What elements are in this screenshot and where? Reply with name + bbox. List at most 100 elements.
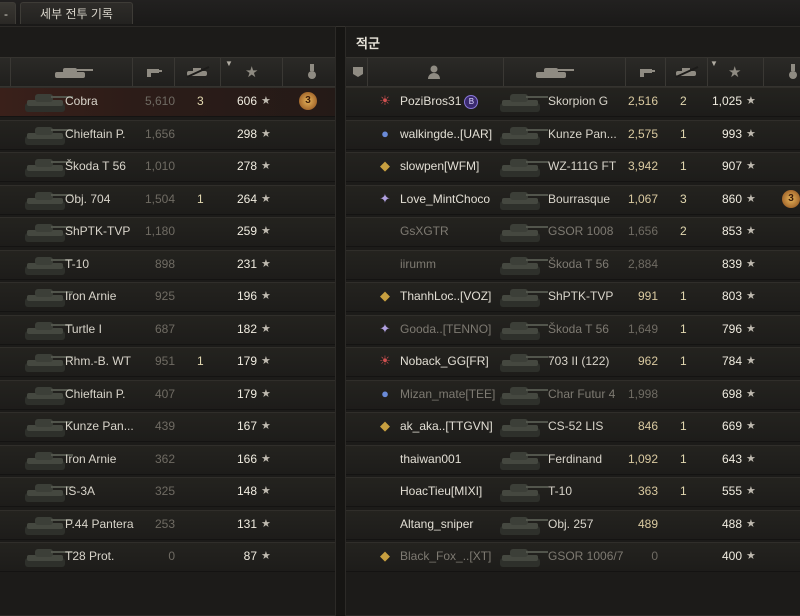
clan-icon	[353, 67, 363, 77]
table-row[interactable]: Turtle I 687 182 ★	[0, 314, 335, 345]
table-row[interactable]: ◆ ThanhLoc..[VOZ] ShPTK-TVP 991 1 803 ★	[346, 282, 800, 312]
xp-value: 853	[721, 224, 742, 238]
table-row[interactable]: HoacTieu[MIXI] T-10 363 1 555 ★	[346, 477, 800, 507]
table-row[interactable]: Obj. 704 1,504 1 264 ★	[0, 184, 335, 215]
player-name[interactable]: thaiwan001	[400, 452, 461, 466]
tank-icon	[496, 381, 550, 409]
table-row[interactable]: P.44 Pantera 253 131 ★	[0, 509, 335, 540]
damage-value: 687	[154, 321, 175, 336]
enemy-header-player[interactable]	[368, 58, 504, 86]
damage-icon	[147, 69, 162, 77]
kills-icon	[186, 66, 210, 78]
damage-value: 2,884	[627, 256, 658, 271]
player-name[interactable]: Mizan_mate[TEE]	[400, 387, 495, 401]
tank-icon	[496, 478, 550, 506]
allied-header-tank[interactable]	[11, 58, 133, 86]
player-name-text: walkingde..[UAR]	[400, 126, 493, 141]
player-name-text: thaiwan001	[400, 451, 462, 466]
xp-star-icon: ★	[746, 290, 756, 302]
player-name-text: ThanhLoc..[VOZ]	[400, 289, 492, 303]
table-row[interactable]: ● walkingde..[UAR] Kunze Pan... 2,575 1 993 ★	[346, 119, 800, 150]
damage-value: 925	[154, 289, 175, 303]
table-row[interactable]: Škoda T 56 1,010 278 ★	[0, 152, 335, 182]
table-row[interactable]: iirumm Škoda T 56 2,884 839 ★	[346, 249, 800, 280]
tank-icon	[55, 68, 93, 78]
table-row[interactable]: Rhm.-B. WT 951 1 179 ★	[0, 347, 335, 377]
table-row[interactable]: Chieftain P. 1,656 298 ★	[0, 119, 335, 150]
table-row[interactable]: IS-3A 325 148 ★	[0, 477, 335, 507]
table-row[interactable]: GsXGTR GSOR 1008 1,656 2 853 ★	[346, 217, 800, 247]
damage-value: 1,998	[627, 386, 658, 401]
xp-star-icon: ★	[746, 485, 756, 497]
tank-icon	[496, 543, 550, 571]
player-name-text: Altang_sniper	[400, 516, 474, 531]
xp-star-icon: ★	[261, 127, 271, 140]
allied-header-damage[interactable]	[133, 58, 175, 86]
player-name[interactable]: walkingde..[UAR]	[400, 127, 492, 141]
player-name[interactable]: PoziBros31 B	[400, 94, 479, 109]
kills-value: 1	[680, 484, 687, 498]
table-row[interactable]: ✦ Gooda..[TENNO] Škoda T 56 1,649 1 796 ★	[346, 314, 800, 345]
enemy-header-tank[interactable]	[504, 58, 626, 86]
enemy-header-damage[interactable]	[626, 58, 666, 86]
xp-star-icon: ★	[746, 322, 756, 335]
xp-star-icon: ★	[746, 550, 756, 562]
xp-value: 796	[721, 321, 742, 336]
medal-icon[interactable]: 3	[299, 92, 317, 110]
player-name-text: Gooda..[TENNO]	[400, 321, 492, 336]
table-row[interactable]: Chieftain P. 407 179 ★	[0, 379, 335, 410]
player-name[interactable]: ak_aka..[TTGVN]	[400, 419, 493, 433]
tank-icon	[496, 316, 550, 344]
xp-value: 860	[721, 191, 742, 206]
table-row[interactable]: ☀ PoziBros31 B Skorpion G 2,516 2 1,025 ★	[346, 87, 800, 117]
damage-value: 1,649	[627, 321, 658, 336]
enemy-header-xp[interactable]: ▼ ★	[708, 58, 764, 86]
player-name[interactable]: HoacTieu[MIXI]	[400, 484, 482, 498]
table-row[interactable]: ◆ Black_Fox_..[XT] GSOR 1006/7 0 400 ★	[346, 542, 800, 572]
table-row[interactable]: T-10 898 231 ★	[0, 249, 335, 280]
table-row[interactable]: ☀ Noback_GG[FR] 703 II (122) 962 1 784 ★	[346, 347, 800, 377]
table-row[interactable]: Altang_sniper Obj. 257 489 488 ★	[346, 509, 800, 540]
player-name[interactable]: Gooda..[TENNO]	[400, 322, 491, 336]
player-name[interactable]: Noback_GG[FR]	[400, 354, 489, 368]
table-row[interactable]: Iron Arnie 362 166 ★	[0, 444, 335, 475]
kills-icon	[675, 66, 699, 78]
table-row[interactable]: thaiwan001 Ferdinand 1,092 1 643 ★	[346, 444, 800, 475]
player-name[interactable]: iirumm	[400, 257, 436, 271]
player-name-text: HoacTieu[MIXI]	[400, 484, 483, 498]
clan-emblem-icon: ◆	[380, 418, 390, 433]
allied-header-xp[interactable]: ▼ ★	[221, 58, 283, 86]
tank-icon	[496, 446, 550, 474]
enemy-header-kills[interactable]	[666, 58, 708, 86]
xp-value: 993	[721, 126, 742, 141]
tank-name: ShPTK-TVP	[548, 289, 614, 303]
medal-icon	[308, 64, 316, 79]
table-row[interactable]: ● Mizan_mate[TEE] Char Futur 4 1,998 698 ★	[346, 379, 800, 410]
clan-emblem-icon: ◆	[380, 288, 390, 303]
tab-team-results[interactable]: -	[0, 2, 16, 24]
player-name[interactable]: GsXGTR	[400, 224, 449, 238]
tank-icon	[496, 283, 550, 311]
player-name[interactable]: Love_MintChoco	[400, 192, 490, 206]
player-name[interactable]: ThanhLoc..[VOZ]	[400, 289, 491, 303]
table-row[interactable]: Iron Arnie 925 196 ★	[0, 282, 335, 312]
table-row[interactable]: Cobra 5,610 3 606 ★ 3	[0, 87, 335, 117]
table-row[interactable]: ◆ ak_aka..[TTGVN] CS-52 LIS 846 1 669 ★	[346, 412, 800, 442]
tank-icon	[496, 186, 550, 214]
xp-value: 488	[721, 516, 742, 531]
sort-arrow-icon: ▼	[225, 59, 233, 68]
table-row[interactable]: Kunze Pan... 439 167 ★	[0, 412, 335, 442]
tank-name: P.44 Pantera	[65, 516, 134, 531]
table-row[interactable]: ◆ slowpen[WFM] WZ-111G FT 3,942 1 907 ★	[346, 152, 800, 182]
table-row[interactable]: T28 Prot. 0 87 ★	[0, 542, 335, 572]
tank-name: Char Futur 4	[548, 386, 616, 401]
table-row[interactable]: ✦ Love_MintChoco Bourrasque 1,067 3 860 ★ 3	[346, 184, 800, 215]
player-name[interactable]: Black_Fox_..[XT]	[400, 549, 491, 563]
damage-value: 1,010	[144, 159, 175, 173]
medal-icon[interactable]: 3	[782, 189, 800, 208]
tab-detailed-battle-log[interactable]: 세부 전투 기록	[20, 2, 133, 24]
player-name[interactable]: slowpen[WFM]	[400, 159, 479, 173]
player-name[interactable]: Altang_sniper	[400, 517, 473, 531]
table-row[interactable]: ShPTK-TVP 1,180 259 ★	[0, 217, 335, 247]
allied-header-kills[interactable]	[175, 58, 221, 86]
